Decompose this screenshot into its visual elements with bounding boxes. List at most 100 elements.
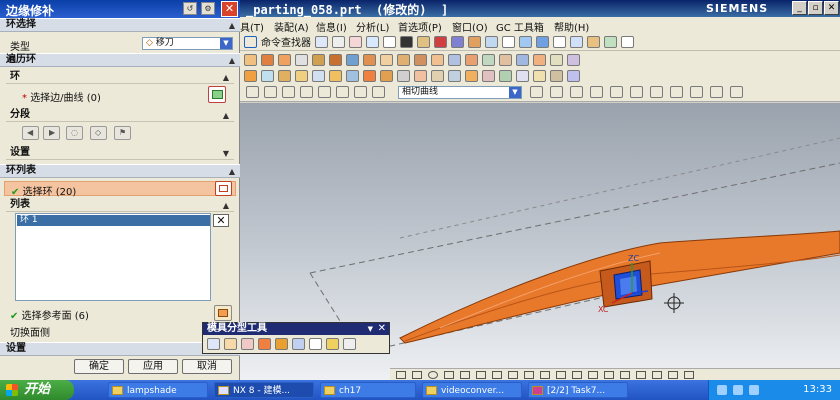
pattern-tool-icon[interactable] xyxy=(636,370,646,379)
gate-icon[interactable] xyxy=(465,69,478,82)
snap-tangent-icon[interactable] xyxy=(610,86,623,98)
sketch-icon[interactable] xyxy=(244,53,257,66)
view-icon[interactable] xyxy=(315,35,328,48)
menu-help[interactable]: 帮助(H) xyxy=(554,19,589,34)
command-finder-icon[interactable] xyxy=(244,35,257,48)
cancel-button[interactable]: 取消 xyxy=(182,359,232,374)
reset-icon[interactable]: ↺ xyxy=(183,2,197,15)
menu-window[interactable]: 窗口(O) xyxy=(452,19,488,34)
mold-base-icon[interactable] xyxy=(380,69,393,82)
minimize-button[interactable]: _ xyxy=(792,1,807,15)
layout-icon[interactable] xyxy=(312,69,325,82)
shrinkage-icon[interactable] xyxy=(278,69,291,82)
dropdown-arrow-icon[interactable]: ▼ xyxy=(368,323,373,335)
mold-init-icon[interactable] xyxy=(244,69,257,82)
follow-fillet-icon[interactable] xyxy=(550,86,563,98)
fit-icon[interactable] xyxy=(553,35,566,48)
swap-model-icon[interactable] xyxy=(292,338,305,350)
pocket-icon[interactable] xyxy=(329,53,342,66)
chain-icon[interactable] xyxy=(570,86,583,98)
extend-tool-icon[interactable] xyxy=(572,370,582,379)
subsection-list[interactable]: 列表 ▲ xyxy=(6,198,234,212)
curve-rule-select[interactable]: 相切曲线 ▼ xyxy=(398,86,522,99)
snap-icon[interactable] xyxy=(604,35,617,48)
intersect-icon[interactable] xyxy=(465,53,478,66)
drawing-icon[interactable] xyxy=(567,69,580,82)
section-icon[interactable] xyxy=(451,35,464,48)
task-task7[interactable]: [2/2] Task7... xyxy=(528,382,628,398)
arc-icon[interactable] xyxy=(264,86,277,98)
point-tool-icon[interactable] xyxy=(508,370,518,379)
loop-listbox[interactable]: 环 1 xyxy=(15,213,211,301)
start-button[interactable]: 开始 xyxy=(0,380,74,400)
apply-button[interactable]: 应用 xyxy=(128,359,178,374)
measure-icon[interactable] xyxy=(550,53,563,66)
parting-navigator-icon[interactable] xyxy=(326,338,339,350)
mold-csys-icon[interactable] xyxy=(261,69,274,82)
close-icon[interactable]: ✕ xyxy=(378,323,386,335)
mold-toolbar-header[interactable]: 模具分型工具 ▼ ✕ xyxy=(203,323,389,335)
check-region-icon[interactable] xyxy=(207,338,220,350)
segment-accept-button[interactable]: ◇ xyxy=(90,126,107,140)
toggle-face-side-label[interactable]: 切换面侧 xyxy=(10,324,50,339)
snap-existing-icon[interactable] xyxy=(670,86,683,98)
revolve-icon[interactable] xyxy=(278,53,291,66)
blend-icon[interactable] xyxy=(346,53,359,66)
snap-on-curve-icon[interactable] xyxy=(690,86,703,98)
fillet-tool-icon[interactable] xyxy=(588,370,598,379)
undo-icon[interactable] xyxy=(246,86,259,98)
define-region-icon[interactable] xyxy=(224,338,237,350)
finish-tool-icon[interactable] xyxy=(684,370,694,379)
draft-icon[interactable] xyxy=(397,53,410,66)
restore-button[interactable]: ▫ xyxy=(808,1,823,15)
slider-icon[interactable] xyxy=(431,69,444,82)
solid-icon[interactable] xyxy=(434,35,447,48)
offset-icon[interactable] xyxy=(482,53,495,66)
rotate-icon[interactable] xyxy=(519,35,532,48)
runner-icon[interactable] xyxy=(482,69,495,82)
menu-tools[interactable]: 具(T) xyxy=(240,19,264,34)
rectangle-tool-icon[interactable] xyxy=(444,370,454,379)
scale-icon[interactable] xyxy=(533,53,546,66)
segment-close-button[interactable]: ⚑ xyxy=(114,126,131,140)
ejector-icon[interactable] xyxy=(414,69,427,82)
spline-tool-icon[interactable] xyxy=(492,370,502,379)
family-icon[interactable] xyxy=(329,69,342,82)
define-cavity-icon[interactable] xyxy=(275,338,288,350)
move-icon[interactable] xyxy=(587,35,600,48)
deselect-icon[interactable] xyxy=(372,86,385,98)
section-loop-list[interactable]: 环列表 ▲ xyxy=(0,164,240,178)
snap-on-face-icon[interactable] xyxy=(710,86,723,98)
filter-icon[interactable] xyxy=(336,86,349,98)
electrode-icon[interactable] xyxy=(516,69,529,82)
standard-part-icon[interactable] xyxy=(397,69,410,82)
snap-center-icon[interactable] xyxy=(590,86,603,98)
dimension-tool-icon[interactable] xyxy=(668,370,678,379)
frame-icon[interactable] xyxy=(502,35,515,48)
menu-preferences[interactable]: 首选项(P) xyxy=(398,19,442,34)
snap-end-icon[interactable] xyxy=(282,86,295,98)
circle-tool-icon[interactable] xyxy=(428,370,438,379)
offset-tool-icon[interactable] xyxy=(524,370,534,379)
box-icon[interactable] xyxy=(417,35,430,48)
mirror-tool-icon[interactable] xyxy=(620,370,630,379)
list-item[interactable]: 环 1 xyxy=(17,215,210,226)
insert-icon[interactable] xyxy=(448,69,461,82)
menu-information[interactable]: 信息(I) xyxy=(316,19,347,34)
line-tool-icon[interactable] xyxy=(412,370,422,379)
design-parting-face-icon[interactable] xyxy=(241,338,254,350)
subtract-icon[interactable] xyxy=(448,53,461,66)
mold-tools-icon[interactable] xyxy=(346,69,359,82)
shell-icon[interactable] xyxy=(380,53,393,66)
zoom-icon[interactable] xyxy=(570,35,583,48)
shade-icon[interactable] xyxy=(400,35,413,48)
select-edge-button[interactable] xyxy=(208,86,226,103)
volume-icon[interactable] xyxy=(733,385,743,395)
project-tool-icon[interactable] xyxy=(540,370,550,379)
pattern-icon[interactable] xyxy=(499,53,512,66)
select-loop-row[interactable]: ✔ 选择环 (20) xyxy=(4,181,236,198)
parting-info-icon[interactable] xyxy=(343,338,356,350)
segment-loop-button[interactable]: ◌ xyxy=(66,126,83,140)
window-close-button[interactable]: ✕ xyxy=(824,1,839,15)
pan-icon[interactable] xyxy=(536,35,549,48)
